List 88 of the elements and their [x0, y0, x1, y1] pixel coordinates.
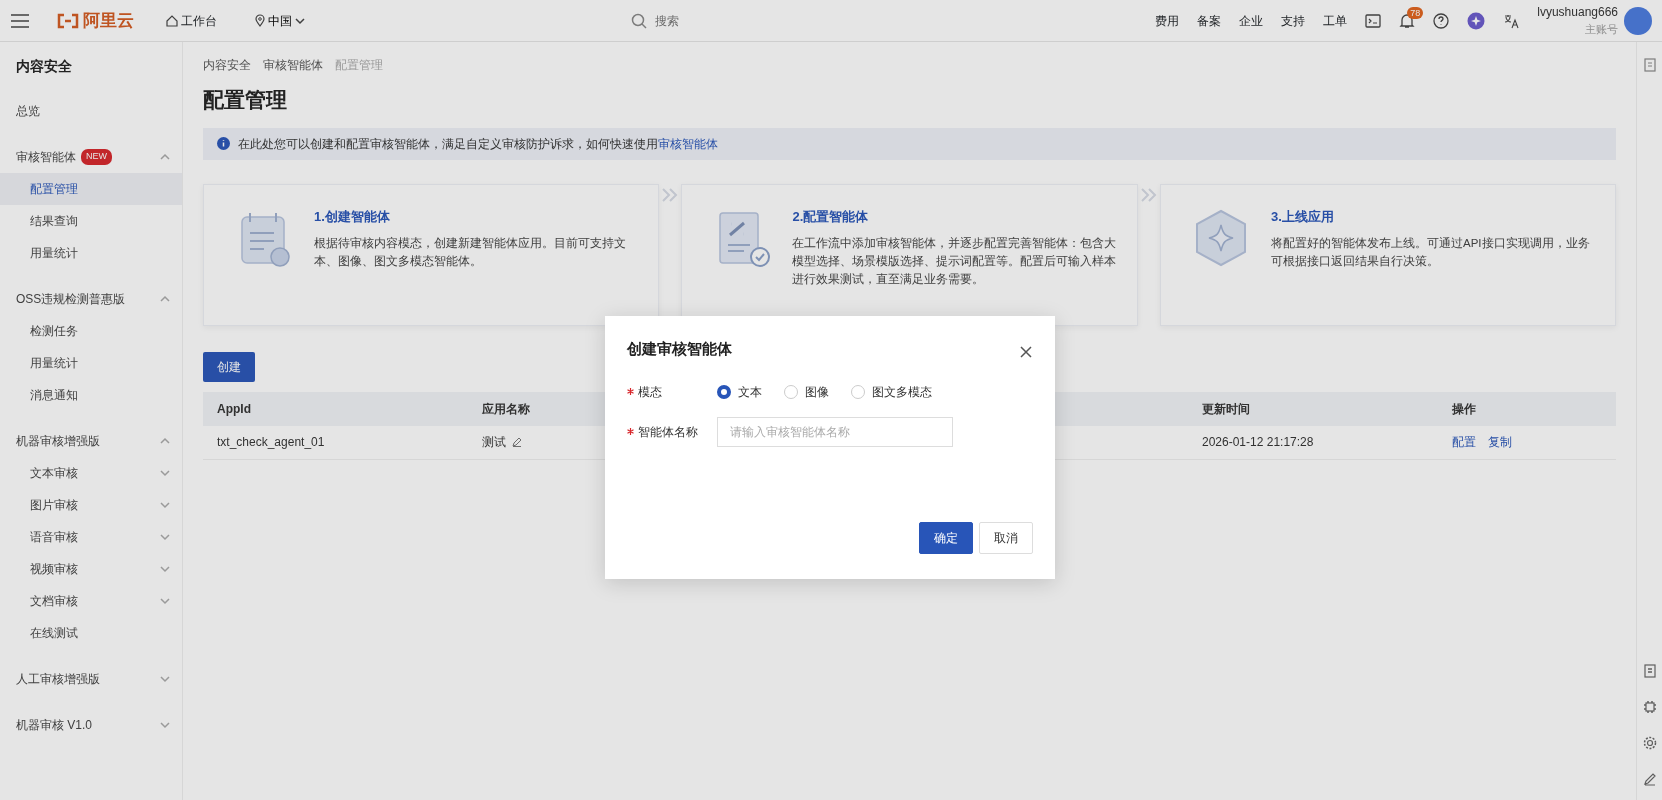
- new-badge: NEW: [81, 149, 112, 165]
- sidebar-subitem[interactable]: 文档审核: [0, 585, 182, 617]
- step-description: 根据待审核内容模态，创建新建智能体应用。目前可支持文本、图像、图文多模态智能体。: [314, 236, 627, 269]
- sidebar-item[interactable]: 人工审核增强版: [0, 663, 182, 695]
- dialog-title: 创建审核智能体: [627, 339, 732, 359]
- chevron-down-icon[interactable]: [160, 468, 170, 478]
- chevron-down-icon[interactable]: [160, 564, 170, 574]
- cancel-button[interactable]: 取消: [979, 521, 1033, 554]
- sidebar-group[interactable]: 审核智能体 NEW: [0, 141, 182, 173]
- sidebar-subitem[interactable]: 语音审核: [0, 521, 182, 553]
- chevron-up-icon[interactable]: [160, 294, 170, 304]
- notice-text: 在此处您可以创建和配置审核智能体，满足自定义审核防护诉求，如何快速使用审核智能体: [238, 135, 718, 153]
- sidebar-item[interactable]: OSS违规检测普惠版: [0, 283, 182, 315]
- step-title: 2.配置智能体: [792, 207, 870, 226]
- chevron-down-icon[interactable]: [160, 596, 170, 606]
- confirm-button[interactable]: 确定: [919, 521, 973, 554]
- topbar-link[interactable]: 企业: [1239, 11, 1264, 30]
- chevron-down-icon: [295, 15, 305, 26]
- topbar-link[interactable]: 费用: [1155, 11, 1180, 30]
- action-link[interactable]: 配置: [1452, 433, 1476, 452]
- sidebar-item-label: 审核智能体: [16, 149, 76, 166]
- workbench-link[interactable]: 工作台: [166, 11, 217, 30]
- action-link[interactable]: 复制: [1488, 433, 1512, 452]
- table-cell-text: 测试: [482, 434, 506, 452]
- notification-badge: 78: [1407, 6, 1424, 19]
- logo-text[interactable]: 阿里云: [83, 7, 134, 34]
- sidebar-item[interactable]: 机器审核 V1.0: [0, 709, 182, 741]
- chevron-up-icon[interactable]: [160, 436, 170, 446]
- document-icon[interactable]: [1642, 664, 1657, 678]
- notice-link[interactable]: 审核智能体: [658, 136, 718, 151]
- column-header: 更新时间: [1188, 391, 1438, 426]
- breadcrumb-item[interactable]: 审核智能体: [263, 56, 323, 74]
- sidebar-subitem[interactable]: 文本审核: [0, 457, 182, 489]
- sidebar-item[interactable]: 总览: [0, 95, 182, 127]
- info-icon: [217, 137, 230, 150]
- notes-icon[interactable]: [1642, 58, 1657, 72]
- logo-icon: [56, 12, 80, 29]
- sidebar-subitem[interactable]: 检测任务: [0, 315, 182, 347]
- sidebar-subitem[interactable]: 结果查询: [0, 205, 182, 237]
- table-cell: 2026-01-12 21:17:28: [1188, 425, 1438, 460]
- sidebar-subitem[interactable]: 视频审核: [0, 553, 182, 585]
- search-field[interactable]: 搜索: [653, 10, 953, 31]
- account-role: 主账号: [1584, 22, 1618, 38]
- sidebar-subitem[interactable]: 用量统计: [0, 347, 182, 379]
- topbar-link[interactable]: 备案: [1197, 11, 1222, 30]
- edit-icon[interactable]: [512, 437, 522, 448]
- help-icon[interactable]: [1433, 12, 1450, 29]
- sidebar-subitem[interactable]: 消息通知: [0, 379, 182, 411]
- create-button[interactable]: 创建: [203, 351, 255, 382]
- chevron-down-icon[interactable]: [160, 720, 170, 730]
- step-title: 3.上线应用: [1270, 207, 1335, 226]
- menu-icon[interactable]: [10, 12, 30, 29]
- chip-icon[interactable]: [1642, 700, 1657, 714]
- chevron-down-icon[interactable]: [160, 500, 170, 510]
- page-title: 配置管理: [203, 87, 288, 113]
- close-icon: [1020, 346, 1032, 359]
- sidebar-subitem[interactable]: 配置管理: [0, 173, 182, 205]
- step-description: 将配置好的智能体发布上线。可通过API接口实现调用，业务可根据接口返回结果自行决策。: [1270, 236, 1591, 269]
- chevron-down-icon[interactable]: [160, 674, 170, 684]
- search-icon: [631, 12, 647, 29]
- terminal-icon[interactable]: [1365, 13, 1382, 28]
- home-icon: [166, 14, 178, 27]
- avatar-icon[interactable]: [1624, 6, 1652, 35]
- sidebar-title: 内容安全: [15, 57, 73, 76]
- breadcrumb-item[interactable]: 内容安全: [203, 56, 251, 74]
- chevron-down-icon[interactable]: [160, 532, 170, 542]
- step-description: 在工作流中添加审核智能体，并逐步配置完善智能体：包含大模型选择、场景模版选择、提示词配置等。配置后可输入样本进行效果测试，直至满足业务需要。: [792, 236, 1117, 287]
- user-name[interactable]: lvyushuang666: [1537, 3, 1618, 22]
- chevron-up-icon[interactable]: [160, 152, 170, 162]
- column-header: 操作: [1438, 391, 1617, 426]
- breadcrumb-item: 配置管理: [335, 57, 383, 74]
- region-selector[interactable]: 中国: [249, 10, 311, 31]
- pencil-icon[interactable]: [1642, 772, 1657, 786]
- name-input[interactable]: 请输入审核智能体名称: [717, 416, 953, 447]
- translate-icon[interactable]: [1503, 12, 1520, 29]
- column-header: AppId: [203, 391, 468, 426]
- sidebar-item[interactable]: 机器审核增强版: [0, 425, 182, 457]
- step-title: 1.创建智能体: [314, 207, 391, 226]
- sidebar-subitem[interactable]: 图片审核: [0, 489, 182, 521]
- settings-icon[interactable]: [1642, 736, 1657, 750]
- sidebar-subitem[interactable]: 用量统计: [0, 237, 182, 269]
- location-pin-icon: [255, 14, 265, 27]
- sparkle-icon[interactable]: [1467, 11, 1486, 30]
- table-cell: txt_check_agent_01: [203, 425, 468, 460]
- topbar-link[interactable]: 工单: [1323, 11, 1348, 30]
- topbar-link[interactable]: 支持: [1281, 11, 1306, 30]
- sidebar-subitem[interactable]: 在线测试: [0, 617, 182, 649]
- field-label: 智能体名称: [638, 423, 698, 441]
